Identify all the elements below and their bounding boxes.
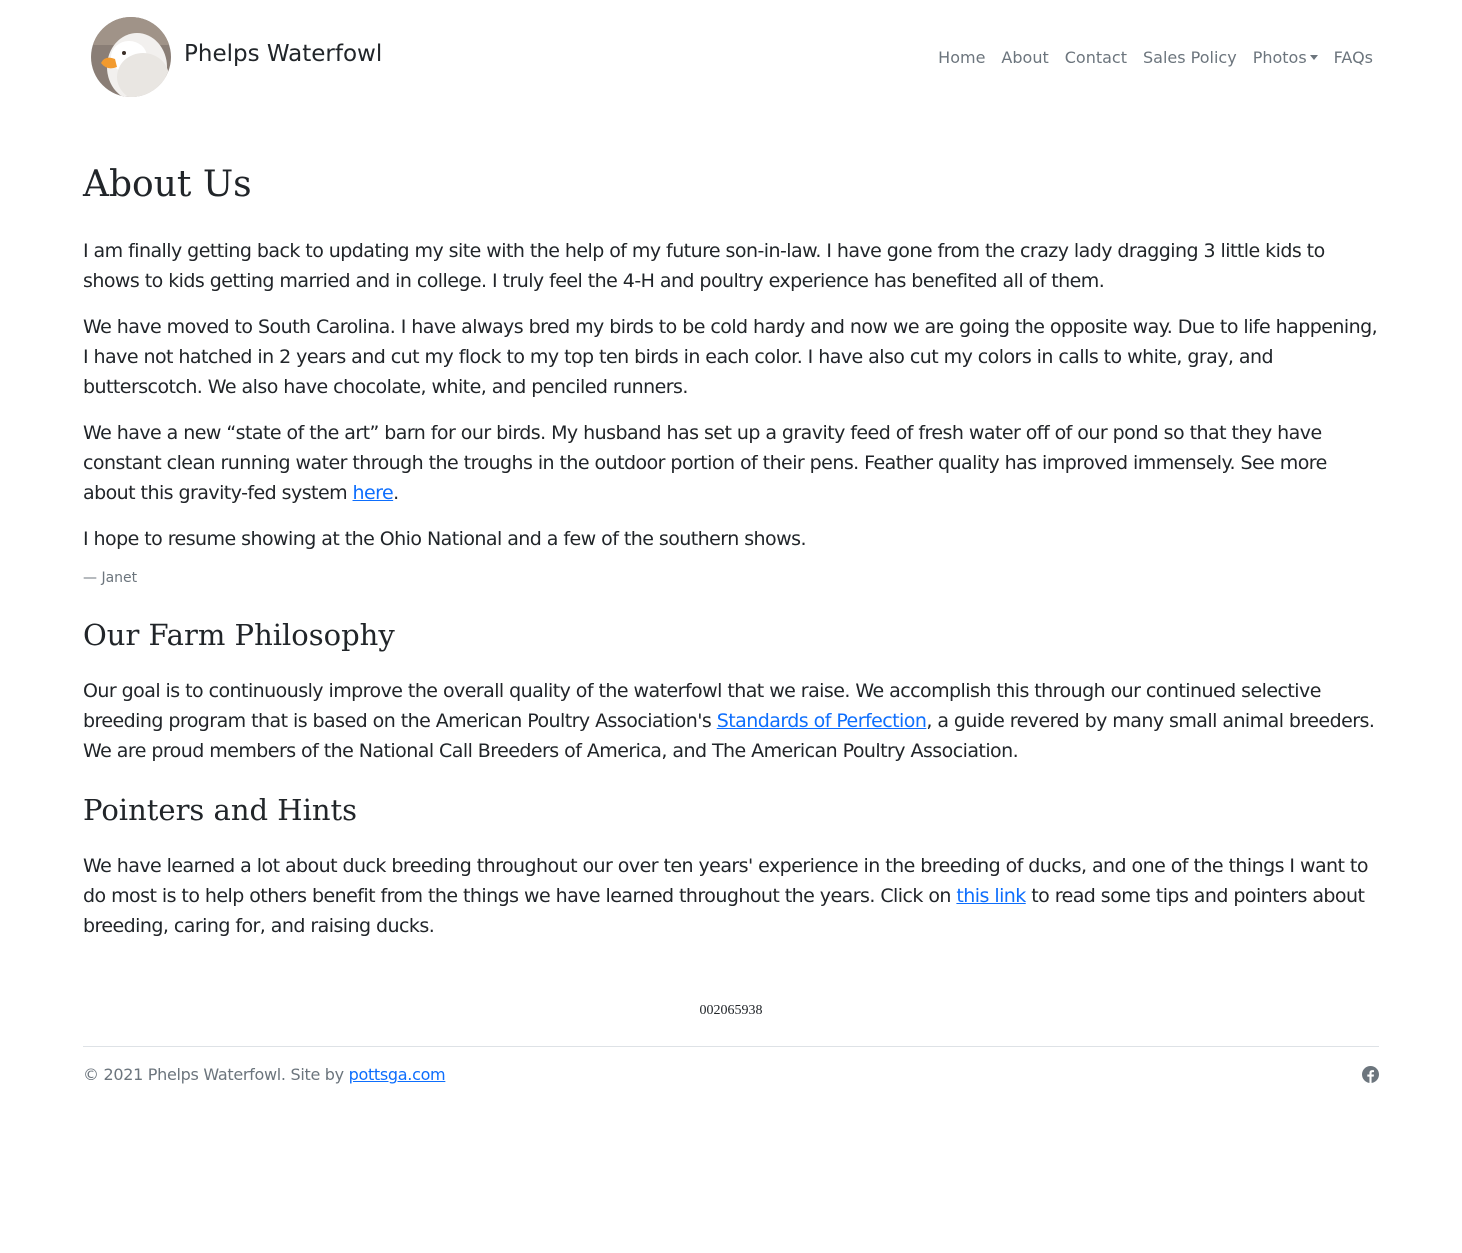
facebook-icon-svg [1362,1066,1379,1083]
footer-divider [83,1046,1379,1047]
gravity-system-link[interactable]: here [353,482,394,504]
main-content: About Us I am finally getting back to up… [83,160,1379,957]
main-nav: Home About Contact Sales Policy Photos F… [930,46,1381,70]
copyright-text: © 2021 Phelps Waterfowl. Site by [83,1065,349,1084]
site-header: Phelps Waterfowl Home About Contact Sale… [91,17,1381,97]
chevron-down-icon [1309,55,1318,60]
about-paragraph-2: We have moved to South Carolina. I have … [83,316,1378,398]
signature: — Janet [83,570,138,586]
standards-of-perfection-link[interactable]: Standards of Perfection [717,710,927,732]
visitor-counter: 002065938 [699,1003,763,1018]
footer-copyright: © 2021 Phelps Waterfowl. Site by pottsga… [83,1063,446,1087]
page-title: About Us [83,164,252,205]
pointers-paragraph: We have learned a lot about duck breedin… [83,851,1379,941]
facebook-icon[interactable] [1362,1066,1379,1083]
about-paragraph-3-text: We have a new “state of the art” barn fo… [83,422,1327,504]
about-paragraph-1: I am finally getting back to updating my… [83,240,1325,292]
nav-contact[interactable]: Contact [1057,46,1135,70]
philosophy-paragraph: Our goal is to continuously improve the … [83,676,1379,766]
nav-home[interactable]: Home [930,46,993,70]
nav-photos-dropdown[interactable]: Photos [1245,46,1326,70]
pointers-heading: Pointers and Hints [83,793,358,827]
nav-about[interactable]: About [993,46,1056,70]
logo[interactable] [91,17,171,97]
duck-logo-image [91,17,171,97]
site-brand[interactable]: Phelps Waterfowl [184,39,382,69]
philosophy-heading: Our Farm Philosophy [83,618,395,652]
tips-link[interactable]: this link [956,885,1026,907]
pottsga-link[interactable]: pottsga.com [349,1065,446,1084]
nav-faqs[interactable]: FAQs [1326,46,1381,70]
about-paragraph-4: I hope to resume showing at the Ohio Nat… [83,528,807,550]
about-paragraph-3: We have a new “state of the art” barn fo… [83,418,1379,508]
nav-photos-label: Photos [1252,48,1307,67]
about-paragraph-3-end: . [393,482,399,504]
nav-sales-policy[interactable]: Sales Policy [1135,46,1245,70]
